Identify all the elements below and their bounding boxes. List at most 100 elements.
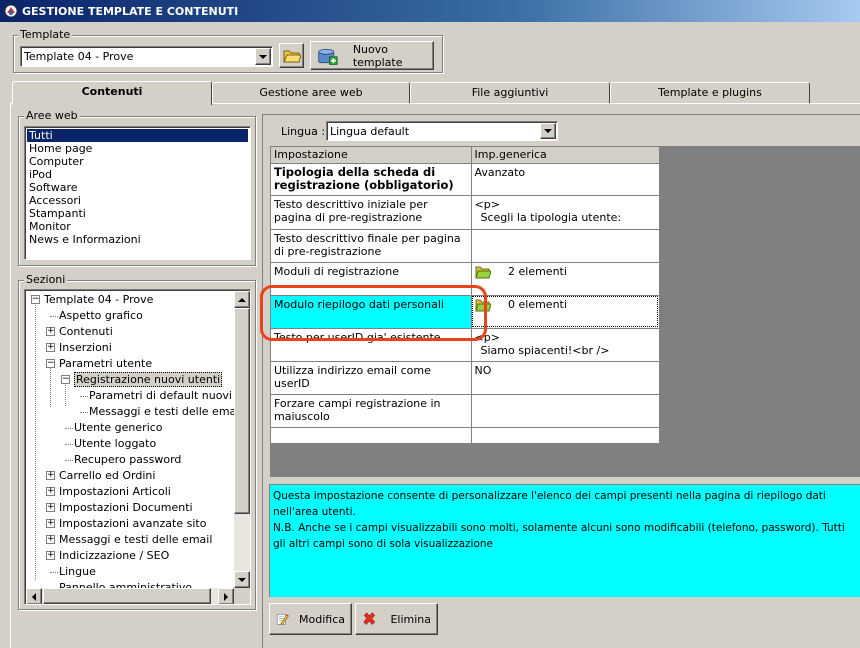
lingua-dropdown-button[interactable] (540, 123, 556, 139)
scroll-left-button[interactable] (26, 588, 42, 604)
modifica-button[interactable]: Modifica (269, 603, 352, 635)
list-item[interactable]: News e Informazioni (27, 233, 248, 246)
list-item[interactable]: Monitor (27, 220, 248, 233)
sezioni-label: Sezioni (24, 273, 68, 286)
tree-node[interactable]: Parametri utente (59, 356, 152, 372)
tab-template-plugins[interactable]: Template e plugins (610, 82, 810, 103)
list-item[interactable]: Tutti (27, 129, 248, 142)
grid-cell-setting-text: Testo descrittivo finale per pagina di p… (274, 231, 461, 258)
open-folder-button[interactable] (279, 43, 304, 68)
tree-node[interactable]: Indicizzazione / SEO (59, 548, 169, 564)
grid-header-imp-generica[interactable]: Imp.generica (471, 147, 660, 164)
tree-node[interactable]: Pannello amministrativo (59, 580, 192, 588)
lingua-label: Lingua : (281, 125, 326, 138)
folder-icon (474, 266, 492, 278)
tree-node[interactable]: Aspetto grafico (59, 308, 143, 324)
lingua-select[interactable]: Lingua default (326, 121, 558, 141)
list-item[interactable]: iPod (27, 168, 248, 181)
grid-header-impostazione[interactable]: Impostazione (271, 147, 472, 164)
collapse-icon[interactable]: − (31, 295, 40, 304)
arrow-right-icon (224, 592, 228, 601)
tree-node[interactable]: Recupero password (74, 452, 181, 468)
tree-node[interactable]: Impostazioni Documenti (59, 500, 193, 516)
tree-node[interactable]: Registrazione nuovi utenti (74, 372, 223, 388)
tree-node[interactable]: Impostazioni avanzate sito (59, 516, 206, 532)
expand-icon[interactable]: + (46, 535, 55, 544)
grid-row[interactable]: Utilizza indirizzo email come userID NO (271, 361, 660, 395)
tree-node[interactable]: Utente generico (74, 420, 163, 436)
tree-node-label: Impostazioni avanzate sito (59, 517, 207, 530)
expand-icon[interactable]: + (46, 519, 55, 528)
tree-node[interactable]: Carrello ed Ordini (59, 468, 155, 484)
expand-icon[interactable]: + (46, 503, 55, 512)
aree-web-list[interactable]: Tutti Home page Computer iPod Software Access… (24, 126, 251, 260)
grid-cell-setting-text: Utilizza indirizzo email come userID (274, 363, 431, 390)
expand-icon[interactable]: + (46, 327, 55, 336)
list-item[interactable]: Stampanti (27, 207, 248, 220)
tree-node[interactable]: Contenuti (59, 324, 113, 340)
grid-cell-value-text: Avanzato (474, 165, 526, 179)
scroll-right-button[interactable] (218, 588, 234, 604)
title-bar: GESTIONE TEMPLATE E CONTENUTI (0, 0, 860, 22)
template-dropdown-button[interactable] (255, 48, 271, 65)
list-item[interactable]: Computer (27, 155, 248, 168)
grid-cell-setting-text: Testo descrittivo iniziale per pagina di… (274, 197, 428, 224)
grid-cell-value[interactable]: 2 elementi (471, 262, 660, 296)
scroll-down-button[interactable] (234, 571, 250, 588)
tree-node[interactable]: Parametri di default nuovi utenti (89, 388, 234, 404)
sezioni-tree[interactable]: − Template 04 - Prove Aspetto grafico + Cont… (24, 289, 251, 605)
expand-icon[interactable]: + (46, 487, 55, 496)
tree-node[interactable]: Messaggi e testi delle email (89, 404, 234, 420)
expand-icon[interactable]: + (46, 551, 55, 560)
tree-node-label: Messaggi e testi delle email (89, 405, 234, 418)
tree-hscrollbar[interactable] (26, 588, 234, 604)
grid-cell-value[interactable]: Avanzato (471, 163, 660, 196)
grid-cell-value[interactable]: <p> Siamo spiacenti!<br /> (471, 328, 660, 362)
grid-row[interactable]: Testo descrittivo finale per pagina di p… (271, 229, 660, 263)
expand-icon[interactable]: + (46, 471, 55, 480)
collapse-icon[interactable]: − (46, 359, 55, 368)
modifica-label: Modifica (299, 612, 345, 626)
elimina-label: Elimina (390, 612, 431, 626)
tree-node-label: Parametri utente (59, 357, 153, 370)
grid-cell-setting-text: Moduli di registrazione (274, 264, 400, 278)
template-select[interactable]: Template 04 - Prove (20, 46, 273, 67)
tree-vscrollbar[interactable] (234, 291, 250, 588)
list-item[interactable]: Accessori (27, 194, 248, 207)
elimina-button[interactable]: Elimina (355, 603, 438, 635)
grid-row[interactable]: Forzare campi registrazione in maiuscolo (271, 394, 660, 428)
grid-cell-value[interactable]: 0 elementi (471, 295, 660, 329)
grid-row[interactable] (271, 427, 660, 444)
tab-file-aggiuntivi[interactable]: File aggiuntivi (410, 82, 610, 103)
grid-cell-value[interactable] (471, 229, 660, 263)
tree-node[interactable]: Impostazioni Articoli (59, 484, 171, 500)
collapse-icon[interactable]: − (61, 375, 70, 384)
grid-cell-value[interactable]: <p> Scegli la tipologia utente: (471, 195, 660, 230)
grid-cell-value[interactable] (471, 427, 660, 444)
grid-row[interactable]: Testo descrittivo iniziale per pagina di… (271, 195, 660, 230)
database-add-icon (318, 48, 338, 65)
hscroll-thumb[interactable] (43, 588, 211, 604)
tab-gestione-aree-web[interactable]: Gestione aree web (212, 82, 410, 103)
tree-node[interactable]: Messaggi e testi delle email (59, 532, 212, 548)
list-item[interactable]: Home page (27, 142, 248, 155)
tree-node[interactable]: Lingue (59, 564, 96, 580)
tree-node-label: Inserzioni (59, 341, 112, 354)
expand-icon[interactable]: + (46, 343, 55, 352)
grid-row[interactable]: Tipologia della scheda di registrazione … (271, 163, 660, 196)
list-item[interactable]: Software (27, 181, 248, 194)
grid-cell-value[interactable]: NO (471, 361, 660, 395)
tree-node[interactable]: Utente loggato (74, 436, 156, 452)
grid-cell-value[interactable] (471, 394, 660, 428)
grid-cell-setting (271, 427, 472, 444)
tab-contenuti[interactable]: Contenuti (12, 81, 212, 105)
scroll-thumb[interactable] (234, 308, 250, 514)
tree-node-label: Parametri di default nuovi utenti (89, 389, 234, 402)
grid-cell-setting: Forzare campi registrazione in maiuscolo (271, 394, 472, 428)
tree-node[interactable]: Inserzioni (59, 340, 112, 356)
tree-node[interactable]: Template 04 - Prove (44, 292, 153, 308)
grid-cell-value-text: Scegli la tipologia utente: (480, 210, 622, 224)
tree-guide-line (35, 300, 36, 580)
new-template-button[interactable]: Nuovo template (310, 41, 434, 70)
scroll-up-button[interactable] (234, 291, 250, 308)
